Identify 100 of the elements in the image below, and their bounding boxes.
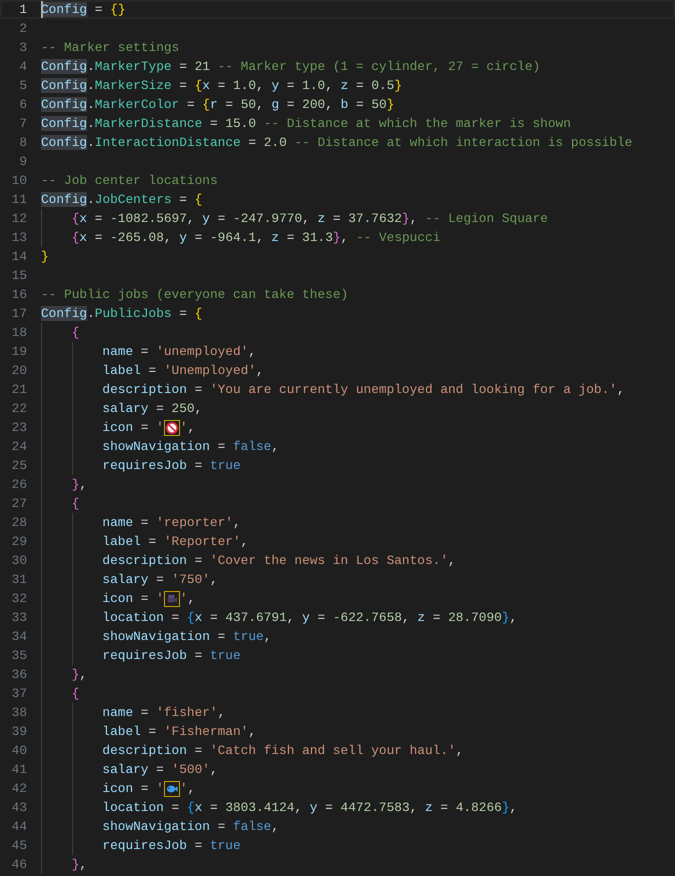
line-number: 32 xyxy=(10,591,28,606)
code-line: label = 'Unemployed', xyxy=(41,361,264,380)
line-number: 4 xyxy=(18,59,28,74)
line-number: 38 xyxy=(10,705,28,720)
line-number: 41 xyxy=(10,762,28,777)
code-token: ' xyxy=(156,781,164,796)
code-token: , xyxy=(188,591,196,606)
line-number: 27 xyxy=(10,496,28,511)
line-number: 1 xyxy=(18,2,28,17)
code-line: name = 'reporter', xyxy=(41,513,241,532)
code-line: Config.MarkerType = 21 -- Marker type (1 = cylinder, 27 = circle) xyxy=(41,58,540,76)
code-line: salary = '750', xyxy=(41,570,218,589)
line-number: 37 xyxy=(10,686,28,701)
line-number: 16 xyxy=(10,287,28,302)
code-line: }, xyxy=(41,475,88,494)
code-token: = xyxy=(140,420,150,435)
line-number: 26 xyxy=(10,477,28,492)
code-line: label = 'Fisherman', xyxy=(41,722,256,741)
code-line: Config.PublicJobs = { xyxy=(41,305,202,323)
line-number: 43 xyxy=(10,800,28,815)
code-line: name = 'unemployed', xyxy=(41,342,256,361)
code-line: -- Job center locations xyxy=(41,172,218,190)
code-token: , xyxy=(188,420,196,435)
line-number: 3 xyxy=(18,40,28,55)
text-cursor xyxy=(41,1,43,18)
line-number: 33 xyxy=(10,610,28,625)
code-line: { xyxy=(41,323,80,342)
code-line: description = 'Catch fish and sell your haul.', xyxy=(41,741,464,760)
line-number: 44 xyxy=(10,819,28,834)
code-line: Config.MarkerSize = {x = 1.0, y = 1.0, z = 0.5} xyxy=(41,77,402,95)
code-token: icon xyxy=(102,781,134,796)
code-line: {x = -1082.5697, y = -247.9770, z = 37.7632}, -- Legion Square xyxy=(41,209,548,228)
code-line: Config.MarkerColor = {r = 50, g = 200, b = 50} xyxy=(41,96,394,114)
line-number: 30 xyxy=(10,553,28,568)
code-token: ' xyxy=(156,420,164,435)
line-number: 28 xyxy=(10,515,28,530)
line-number: 36 xyxy=(10,667,28,682)
line-number: 23 xyxy=(10,420,28,435)
code-line: }, xyxy=(41,855,88,874)
code-line: location = {x = 3803.4124, y = 4472.7583, z = 4.8266}, xyxy=(41,798,518,817)
code-line: Config.MarkerDistance = 15.0 -- Distance at which the marker is shown xyxy=(41,115,571,133)
line-number: 9 xyxy=(18,154,28,169)
code-line: showNavigation = false, xyxy=(41,817,280,836)
code-token: ' xyxy=(180,781,188,796)
line-number: 6 xyxy=(18,97,28,112)
line-number: 14 xyxy=(10,249,28,264)
line-number: 42 xyxy=(10,781,28,796)
code-token: , xyxy=(188,781,196,796)
code-line: salary = 250, xyxy=(41,399,202,418)
line-number: 22 xyxy=(10,401,28,416)
code-token: ' xyxy=(180,591,188,606)
code-token: = xyxy=(140,781,150,796)
code-line: description = 'Cover the news in Los Santos.', xyxy=(41,551,456,570)
code-line: {x = -265.08, y = -964.1, z = 31.3}, -- Vespucci xyxy=(41,228,440,247)
line-number: 19 xyxy=(10,344,28,359)
line-number: 34 xyxy=(10,629,28,644)
camera-icon xyxy=(164,590,180,606)
line-number: 45 xyxy=(10,838,28,853)
code-line: showNavigation = false, xyxy=(41,437,280,456)
line-number: 29 xyxy=(10,534,28,549)
prohibited-icon xyxy=(164,420,180,436)
line-number: 31 xyxy=(10,572,28,587)
line-number: 12 xyxy=(10,211,28,226)
code-line: location = {x = 437.6791, y = -622.7658, z = 28.7090}, xyxy=(41,608,518,627)
code-line: label = 'Reporter', xyxy=(41,532,248,551)
code-line: } xyxy=(41,248,49,266)
line-number: 8 xyxy=(18,135,28,150)
code-line: name = 'fisher', xyxy=(41,703,226,722)
line-number: 11 xyxy=(10,192,28,207)
code-line: Config.JobCenters = { xyxy=(41,191,202,209)
line-number: 20 xyxy=(10,363,28,378)
code-line: -- Marker settings xyxy=(41,39,180,57)
line-number: 17 xyxy=(10,306,28,321)
code-token: icon xyxy=(102,420,134,435)
line-number: 24 xyxy=(10,439,28,454)
code-token: ' xyxy=(156,591,164,606)
line-number: 10 xyxy=(10,173,28,188)
line-number: 7 xyxy=(18,116,28,131)
code-line: }, xyxy=(41,665,88,684)
code-line: requiresJob = true xyxy=(41,836,241,855)
code-token: ' xyxy=(180,420,188,435)
line-number: 15 xyxy=(10,268,28,283)
line-number: 35 xyxy=(10,648,28,663)
code-line: salary = '500', xyxy=(41,760,218,779)
line-number: 46 xyxy=(10,857,28,872)
code-line: showNavigation = true, xyxy=(41,627,272,646)
line-number: 13 xyxy=(10,230,28,245)
line-number: 25 xyxy=(10,458,28,473)
line-number: 21 xyxy=(10,382,28,397)
code-token: icon xyxy=(102,591,134,606)
code-line: Config.InteractionDistance = 2.0 -- Distance at which interaction is possible xyxy=(41,134,632,152)
code-line: requiresJob = true xyxy=(41,646,241,665)
code-line: requiresJob = true xyxy=(41,456,241,475)
line-number: 2 xyxy=(18,21,28,36)
line-number: 39 xyxy=(10,724,28,739)
code-line: -- Public jobs (everyone can take these) xyxy=(41,286,348,304)
fish-icon xyxy=(164,780,180,796)
code-line: { xyxy=(41,684,80,703)
line-number: 5 xyxy=(18,78,28,93)
code-line: { xyxy=(41,494,80,513)
